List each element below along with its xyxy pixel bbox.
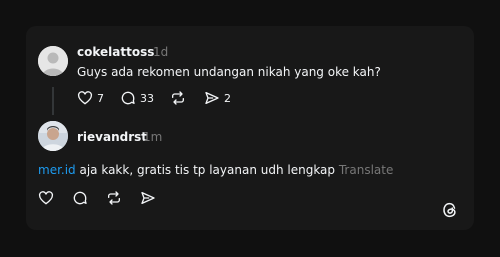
comment-text: mer.id aja kakk, gratis tis tp layanan u…	[38, 163, 393, 177]
timestamp[interactable]: 1m	[143, 130, 162, 144]
comment-icon	[121, 91, 135, 105]
thread-line	[52, 87, 54, 115]
heart-icon	[77, 91, 93, 105]
repost-button[interactable]	[170, 90, 186, 106]
share-button[interactable]	[140, 190, 156, 206]
comment-icon	[73, 191, 87, 205]
heart-icon	[38, 191, 54, 205]
repost-icon	[172, 91, 184, 105]
reply-button[interactable]	[72, 190, 88, 206]
like-button[interactable]: 7	[77, 90, 104, 106]
threads-logo-icon[interactable]	[441, 201, 459, 219]
share-count: 2	[224, 91, 231, 105]
default-avatar-icon	[38, 46, 68, 76]
send-icon	[141, 192, 155, 204]
username-cokelattoss[interactable]: cokelattoss	[77, 45, 154, 59]
translate-link[interactable]: Translate	[339, 163, 394, 177]
user-photo-avatar	[38, 121, 68, 151]
send-icon	[205, 92, 219, 104]
reply-button[interactable]: 33	[120, 90, 154, 106]
share-button[interactable]: 2	[204, 90, 231, 106]
avatar-cokelattoss[interactable]	[38, 46, 68, 76]
threads-card: cokelattoss 1d Guys ada rekomen undangan…	[26, 26, 474, 230]
mention-link[interactable]: mer.id	[38, 163, 76, 177]
repost-icon	[108, 191, 120, 205]
username-rievandrst[interactable]: rievandrst	[77, 130, 147, 144]
comment-text: Guys ada rekomen undangan nikah yang oke…	[77, 65, 381, 79]
comment-body: aja kakk, gratis tis tp layanan udh leng…	[75, 163, 336, 177]
like-count: 7	[97, 91, 104, 105]
timestamp[interactable]: 1d	[153, 45, 168, 59]
reply-count: 33	[140, 91, 154, 105]
repost-button[interactable]	[106, 190, 122, 206]
avatar-rievandrst[interactable]	[38, 121, 68, 151]
like-button[interactable]	[38, 190, 54, 206]
